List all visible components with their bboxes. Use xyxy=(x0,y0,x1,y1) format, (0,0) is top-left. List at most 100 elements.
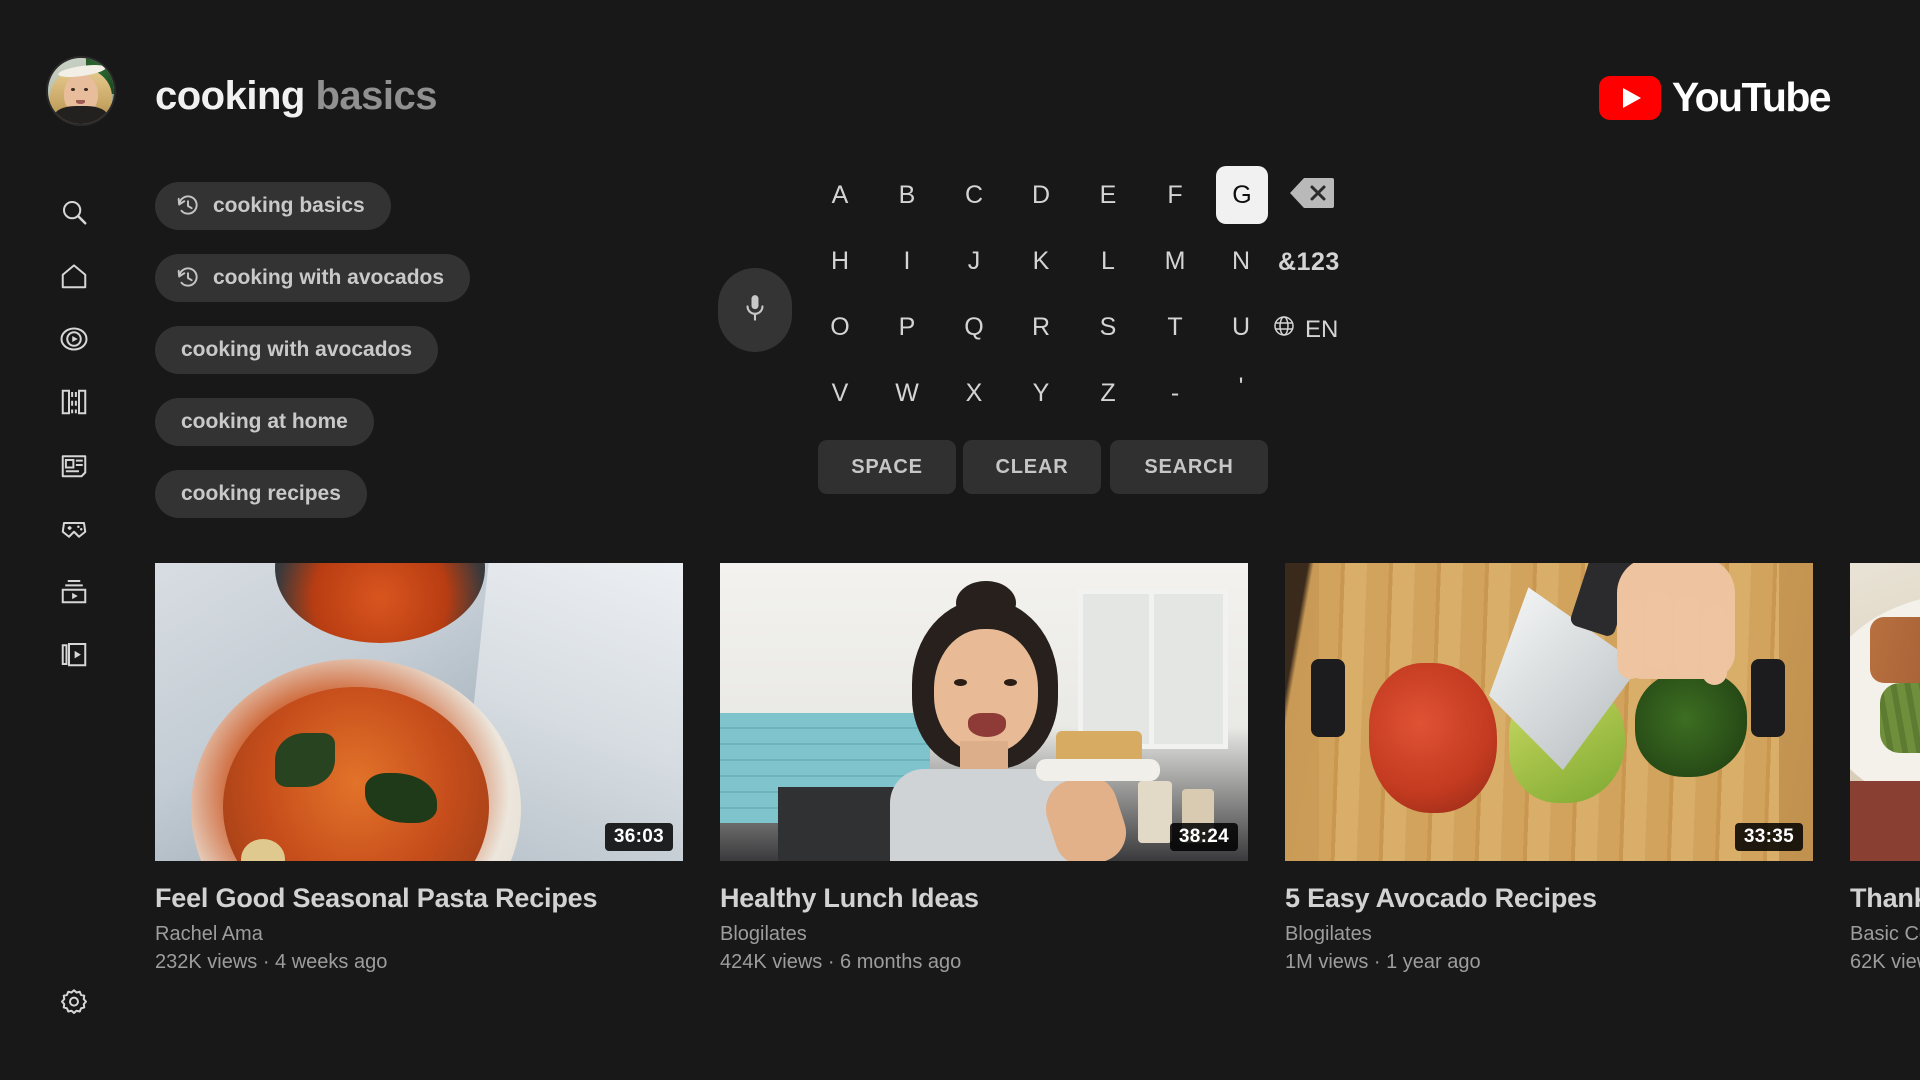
key-G[interactable]: G xyxy=(1216,166,1268,224)
key-I[interactable]: I xyxy=(882,236,932,286)
news-icon xyxy=(59,450,89,485)
video-card[interactable]: Thanksgiving Sides Basic Cooking 62K vie… xyxy=(1850,563,1920,974)
key-K[interactable]: K xyxy=(1016,236,1066,286)
video-channel: Basic Cooking xyxy=(1850,923,1920,945)
key-apostrophe[interactable]: ' xyxy=(1216,362,1266,412)
suggestion-chip[interactable]: cooking at home xyxy=(155,398,374,446)
key-D[interactable]: D xyxy=(1016,170,1066,220)
youtube-tv-search-screen: cooking basics YouTube cooking basics co… xyxy=(0,0,1920,1080)
key-N[interactable]: N xyxy=(1216,236,1266,286)
shorts-icon xyxy=(59,324,89,359)
video-channel: Blogilates xyxy=(720,923,807,945)
youtube-wordmark: YouTube xyxy=(1671,74,1832,120)
language-label: EN xyxy=(1305,315,1339,343)
video-stats: 232K views · 4 weeks ago xyxy=(155,951,388,973)
suggestion-chip[interactable]: cooking with avocados xyxy=(155,254,471,302)
gamepad-icon xyxy=(59,513,89,548)
suggestion-chip[interactable]: cooking with avocados xyxy=(155,326,439,374)
key-R[interactable]: R xyxy=(1016,302,1066,352)
sidebar-item-gaming[interactable] xyxy=(50,506,98,554)
youtube-logo: YouTube xyxy=(1598,74,1832,121)
key-Q[interactable]: Q xyxy=(949,302,999,352)
video-title: Thanksgiving Sides xyxy=(1850,883,1920,913)
history-icon xyxy=(175,193,201,219)
key-P[interactable]: P xyxy=(882,302,932,352)
video-title: Feel Good Seasonal Pasta Recipes xyxy=(155,883,598,913)
thumbnail-art-pasta xyxy=(155,563,683,861)
thumbnail-art-thanksgiving xyxy=(1850,563,1920,861)
search-query-typed: cooking xyxy=(155,74,305,118)
suggestion-label: cooking basics xyxy=(213,194,365,217)
key-C[interactable]: C xyxy=(949,170,999,220)
video-channel: Rachel Ama xyxy=(155,923,263,945)
video-meta: Healthy Lunch Ideas Blogilates 424K view… xyxy=(720,861,1248,974)
key-J[interactable]: J xyxy=(949,236,999,286)
video-meta: 5 Easy Avocado Recipes Blogilates 1M vie… xyxy=(1285,861,1813,974)
video-thumbnail[interactable]: 33:35 xyxy=(1285,563,1813,861)
sidebar-item-home[interactable] xyxy=(50,254,98,302)
video-duration: 33:35 xyxy=(1734,823,1803,851)
sidebar-item-movies[interactable] xyxy=(50,380,98,428)
key-B[interactable]: B xyxy=(882,170,932,220)
space-button[interactable]: SPACE xyxy=(818,440,956,494)
search-query-display: cooking basics xyxy=(155,74,438,119)
video-card[interactable]: 38:24 Healthy Lunch Ideas Blogilates 424… xyxy=(720,563,1248,974)
suggestion-chip[interactable]: cooking recipes xyxy=(155,470,367,518)
clear-button[interactable]: CLEAR xyxy=(963,440,1101,494)
key-Y[interactable]: Y xyxy=(1016,368,1066,418)
key-U[interactable]: U xyxy=(1216,302,1266,352)
search-icon xyxy=(59,197,89,232)
key-A[interactable]: A xyxy=(815,170,865,220)
avatar[interactable] xyxy=(48,58,114,124)
gear-icon xyxy=(59,987,89,1022)
suggestion-label: cooking with avocados xyxy=(213,266,445,289)
video-stats: 424K views · 6 months ago xyxy=(720,951,962,973)
key-L[interactable]: L xyxy=(1083,236,1133,286)
video-meta: Feel Good Seasonal Pasta Recipes Rachel … xyxy=(155,861,683,974)
sidebar-item-settings[interactable] xyxy=(50,980,98,1028)
thumbnail-art-avocado xyxy=(1285,563,1813,861)
backspace-icon xyxy=(1288,176,1334,215)
suggestion-label: cooking recipes xyxy=(181,482,341,505)
key-T[interactable]: T xyxy=(1150,302,1200,352)
globe-icon xyxy=(1272,314,1296,345)
video-thumbnail[interactable]: 36:03 xyxy=(155,563,683,861)
video-title: 5 Easy Avocado Recipes xyxy=(1285,883,1597,913)
suggestion-label: cooking at home xyxy=(181,410,348,433)
video-stats: 62K views · 2 years ago xyxy=(1850,951,1920,973)
video-meta: Thanksgiving Sides Basic Cooking 62K vie… xyxy=(1850,861,1920,974)
video-title: Healthy Lunch Ideas xyxy=(720,883,979,913)
key-F[interactable]: F xyxy=(1150,170,1200,220)
header: cooking basics YouTube xyxy=(0,0,1920,170)
key-V[interactable]: V xyxy=(815,368,865,418)
sidebar-item-news[interactable] xyxy=(50,443,98,491)
key-E[interactable]: E xyxy=(1083,170,1133,220)
video-card[interactable]: 36:03 Feel Good Seasonal Pasta Recipes R… xyxy=(155,563,683,974)
history-icon xyxy=(175,265,201,291)
key-X[interactable]: X xyxy=(949,368,999,418)
search-button[interactable]: SEARCH xyxy=(1110,440,1268,494)
video-duration: 36:03 xyxy=(604,823,673,851)
thumbnail-art-lunch xyxy=(720,563,1248,861)
video-thumbnail[interactable]: 38:24 xyxy=(720,563,1248,861)
key-H[interactable]: H xyxy=(815,236,865,286)
video-channel: Blogilates xyxy=(1285,923,1372,945)
search-query-suffix: basics xyxy=(304,74,437,118)
video-stats: 1M views · 1 year ago xyxy=(1285,951,1481,973)
language-key[interactable]: EN xyxy=(1272,314,1338,345)
key-M[interactable]: M xyxy=(1150,236,1200,286)
backspace-key[interactable] xyxy=(1288,176,1334,215)
video-duration: 38:24 xyxy=(1169,823,1238,851)
key-W[interactable]: W xyxy=(882,368,932,418)
sidebar-item-search[interactable] xyxy=(50,190,98,238)
key-hyphen[interactable]: - xyxy=(1150,368,1200,418)
suggestion-chip[interactable]: cooking basics xyxy=(155,182,391,230)
video-card[interactable]: 33:35 5 Easy Avocado Recipes Blogilates … xyxy=(1285,563,1813,974)
search-suggestions: cooking basics cooking with avocados coo… xyxy=(155,182,575,542)
numbers-key[interactable]: &123 xyxy=(1278,248,1340,277)
video-thumbnail[interactable] xyxy=(1850,563,1920,861)
sidebar-item-shorts[interactable] xyxy=(50,317,98,365)
key-Z[interactable]: Z xyxy=(1083,368,1133,418)
key-O[interactable]: O xyxy=(815,302,865,352)
key-S[interactable]: S xyxy=(1083,302,1133,352)
